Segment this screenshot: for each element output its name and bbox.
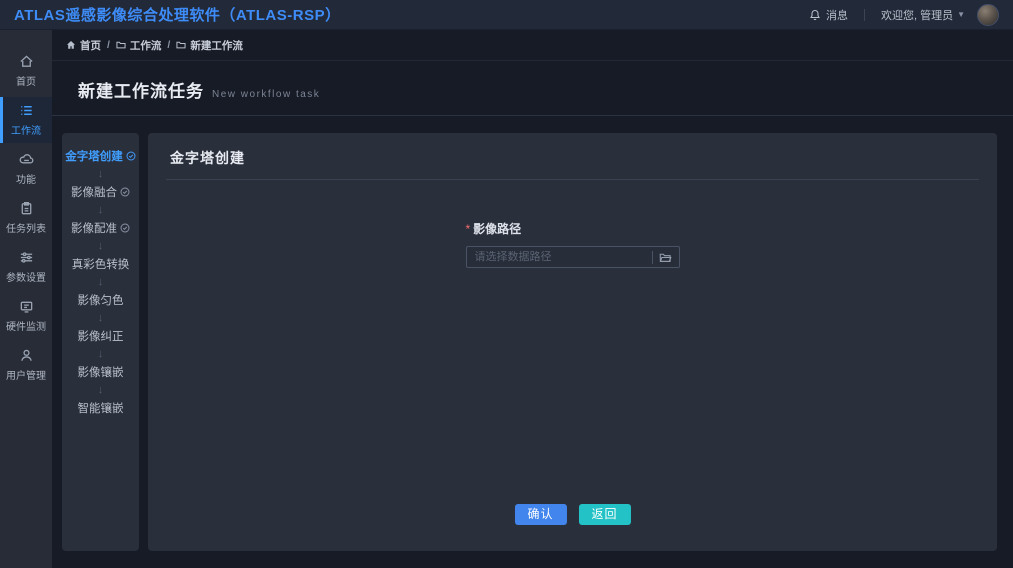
required-mark: * (466, 222, 471, 236)
sidebar: 首页 工作流 功能 任务列表 (0, 30, 52, 568)
browse-folder-button[interactable] (653, 247, 679, 267)
header-right: 消息 欢迎您, 管理员 ▼ (809, 4, 999, 26)
step-arrow-icon: ↓ (98, 204, 104, 216)
functions-icon (19, 152, 34, 167)
step-arrow-icon: ↓ (98, 240, 104, 252)
page-title: 新建工作流任务 (78, 77, 204, 102)
header-divider (864, 9, 865, 21)
breadcrumb-item-home[interactable]: 首页 (66, 38, 101, 53)
step-true-color-convert[interactable]: 真彩色转换 (72, 256, 130, 272)
step-label: 金字塔创建 (65, 148, 123, 164)
breadcrumb-label: 新建工作流 (190, 38, 243, 53)
label-text: 影像路径 (473, 222, 521, 236)
home-icon (66, 40, 76, 50)
step-label: 影像匀色 (78, 292, 124, 308)
panel-divider (166, 179, 979, 180)
folder-open-icon (659, 251, 672, 264)
breadcrumb-separator: / (107, 39, 110, 51)
sidebar-item-label: 功能 (16, 171, 36, 186)
step-label: 智能镶嵌 (78, 400, 124, 416)
messages-button[interactable]: 消息 (809, 7, 848, 23)
image-path-form: *影像路径 (466, 220, 680, 268)
step-image-correction[interactable]: 影像纠正 (78, 328, 124, 344)
step-label: 影像融合 (71, 184, 117, 200)
sidebar-item-label: 参数设置 (6, 269, 46, 284)
hardware-monitor-icon (19, 299, 34, 314)
step-label: 真彩色转换 (72, 256, 130, 272)
step-image-registration[interactable]: 影像配准 (71, 220, 130, 236)
page-subtitle: New workflow task (212, 89, 320, 100)
bell-icon (809, 9, 821, 21)
step-arrow-icon: ↓ (98, 312, 104, 324)
step-smart-mosaic[interactable]: 智能镶嵌 (78, 400, 124, 416)
image-path-input-wrap (466, 246, 680, 268)
home-icon (19, 54, 34, 69)
step-image-mosaic[interactable]: 影像镶嵌 (78, 364, 124, 380)
user-menu[interactable]: 欢迎您, 管理员 ▼ (881, 4, 999, 26)
task-list-icon (19, 201, 34, 216)
welcome-label: 欢迎您, 管理员 (881, 7, 953, 23)
breadcrumb-label: 首页 (80, 38, 101, 53)
step-label: 影像镶嵌 (78, 364, 124, 380)
sidebar-item-label: 用户管理 (6, 367, 46, 382)
form-buttons: 确认 返回 (514, 504, 630, 525)
sidebar-item-user-management[interactable]: 用户管理 (0, 342, 52, 388)
confirm-button[interactable]: 确认 (514, 504, 566, 525)
step-pyramid-create[interactable]: 金字塔创建 (65, 148, 136, 164)
sidebar-item-functions[interactable]: 功能 (0, 146, 52, 192)
panel-heading: 金字塔创建 (148, 133, 997, 179)
workflow-steps-panel: 金字塔创建 ↓ 影像融合 ↓ 影像配准 ↓ 真彩色转换 (62, 133, 139, 551)
sidebar-item-workflow[interactable]: 工作流 (0, 97, 52, 143)
sidebar-item-hardware-monitor[interactable]: 硬件监测 (0, 293, 52, 339)
breadcrumb-item-workflow[interactable]: 工作流 (116, 38, 162, 53)
sidebar-item-settings[interactable]: 参数设置 (0, 244, 52, 290)
sidebar-item-home[interactable]: 首页 (0, 48, 52, 94)
check-circle-icon (120, 187, 130, 197)
back-button[interactable]: 返回 (579, 504, 631, 525)
image-path-input[interactable] (467, 251, 652, 263)
step-arrow-icon: ↓ (98, 276, 104, 288)
page-title-block: 新建工作流任务 New workflow task (52, 61, 1013, 116)
step-arrow-icon: ↓ (98, 384, 104, 396)
breadcrumb: 首页 / 工作流 / 新建工作流 (52, 30, 1013, 61)
messages-label: 消息 (826, 7, 848, 23)
breadcrumb-separator: / (167, 39, 170, 51)
chevron-down-icon: ▼ (957, 10, 965, 19)
content-area: 金字塔创建 ↓ 影像融合 ↓ 影像配准 ↓ 真彩色转换 (52, 116, 1013, 551)
sidebar-item-task-list[interactable]: 任务列表 (0, 195, 52, 241)
app-title: ATLAS遥感影像综合处理软件（ATLAS-RSP） (14, 4, 341, 25)
workflow-icon (19, 103, 34, 118)
folder-icon (176, 40, 186, 50)
step-image-color-balance[interactable]: 影像匀色 (78, 292, 124, 308)
sidebar-item-label: 任务列表 (6, 220, 46, 235)
breadcrumb-item-new-workflow[interactable]: 新建工作流 (176, 38, 243, 53)
step-label: 影像纠正 (78, 328, 124, 344)
pyramid-create-panel: 金字塔创建 *影像路径 (148, 133, 997, 551)
sidebar-item-label: 工作流 (11, 122, 41, 137)
avatar[interactable] (977, 4, 999, 26)
user-management-icon (19, 348, 34, 363)
sidebar-item-label: 首页 (16, 73, 36, 88)
settings-icon (19, 250, 34, 265)
breadcrumb-label: 工作流 (130, 38, 162, 53)
step-image-fusion[interactable]: 影像融合 (71, 184, 130, 200)
step-arrow-icon: ↓ (98, 348, 104, 360)
main-region: 首页 / 工作流 / 新建工作流 新建工作流任务 New workflow ta… (52, 30, 1013, 568)
step-label: 影像配准 (71, 220, 117, 236)
image-path-label: *影像路径 (466, 220, 680, 237)
check-circle-icon (120, 223, 130, 233)
app-header: ATLAS遥感影像综合处理软件（ATLAS-RSP） 消息 欢迎您, 管理员 ▼ (0, 0, 1013, 30)
sidebar-item-label: 硬件监测 (6, 318, 46, 333)
check-circle-icon (126, 151, 136, 161)
step-arrow-icon: ↓ (98, 168, 104, 180)
folder-icon (116, 40, 126, 50)
